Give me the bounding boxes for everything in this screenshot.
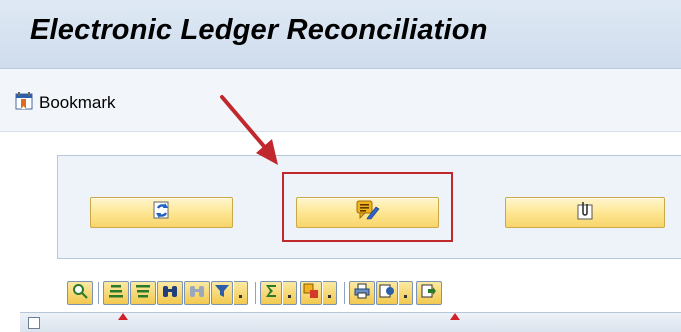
find-icon xyxy=(162,283,178,304)
details-icon xyxy=(72,283,88,304)
filter-button[interactable] xyxy=(211,281,233,305)
sort-ascending-button[interactable] xyxy=(103,281,129,305)
bookmark-label: Bookmark xyxy=(39,93,116,112)
views-dropdown[interactable] xyxy=(399,281,413,305)
select-all-checkbox[interactable] xyxy=(28,317,40,329)
bookmark-icon xyxy=(15,91,35,116)
refresh-button[interactable] xyxy=(90,197,233,228)
subtotal-button[interactable] xyxy=(300,281,322,305)
highlight-box xyxy=(282,172,453,242)
page-title: Electronic Ledger Reconciliation xyxy=(30,14,488,46)
details-button[interactable] xyxy=(67,281,93,305)
export-icon xyxy=(421,283,437,304)
refresh-icon xyxy=(152,200,172,225)
views-button[interactable] xyxy=(376,281,398,305)
subtotal-dropdown[interactable] xyxy=(323,281,337,305)
print-icon xyxy=(354,283,370,304)
title-bar: Electronic Ledger Reconciliation xyxy=(0,0,681,69)
filter-dropdown[interactable] xyxy=(234,281,248,305)
toolbar-separator xyxy=(344,282,345,304)
find-button[interactable] xyxy=(157,281,183,305)
sum-icon xyxy=(263,283,279,304)
annotation-arrow xyxy=(220,95,278,165)
sum-dropdown[interactable] xyxy=(283,281,297,305)
toolbar-separator xyxy=(98,282,99,304)
alv-toolbar xyxy=(67,278,681,308)
sum-button[interactable] xyxy=(260,281,282,305)
sort-marker-icon xyxy=(450,313,460,320)
export-button[interactable] xyxy=(416,281,442,305)
bookmark-button[interactable]: Bookmark xyxy=(15,91,116,115)
sort-descending-icon xyxy=(135,283,151,304)
subtotal-icon xyxy=(303,283,319,304)
sort-ascending-icon xyxy=(108,283,124,304)
find-next-button[interactable] xyxy=(184,281,210,305)
sort-marker-icon xyxy=(118,313,128,320)
grid-header xyxy=(20,312,681,332)
attachment-button[interactable] xyxy=(505,197,665,228)
sort-descending-button[interactable] xyxy=(130,281,156,305)
find-next-icon xyxy=(189,283,205,304)
views-icon xyxy=(379,283,395,304)
filter-icon xyxy=(214,283,230,304)
toolbar-separator xyxy=(255,282,256,304)
attachment-icon xyxy=(576,199,594,226)
print-button[interactable] xyxy=(349,281,375,305)
